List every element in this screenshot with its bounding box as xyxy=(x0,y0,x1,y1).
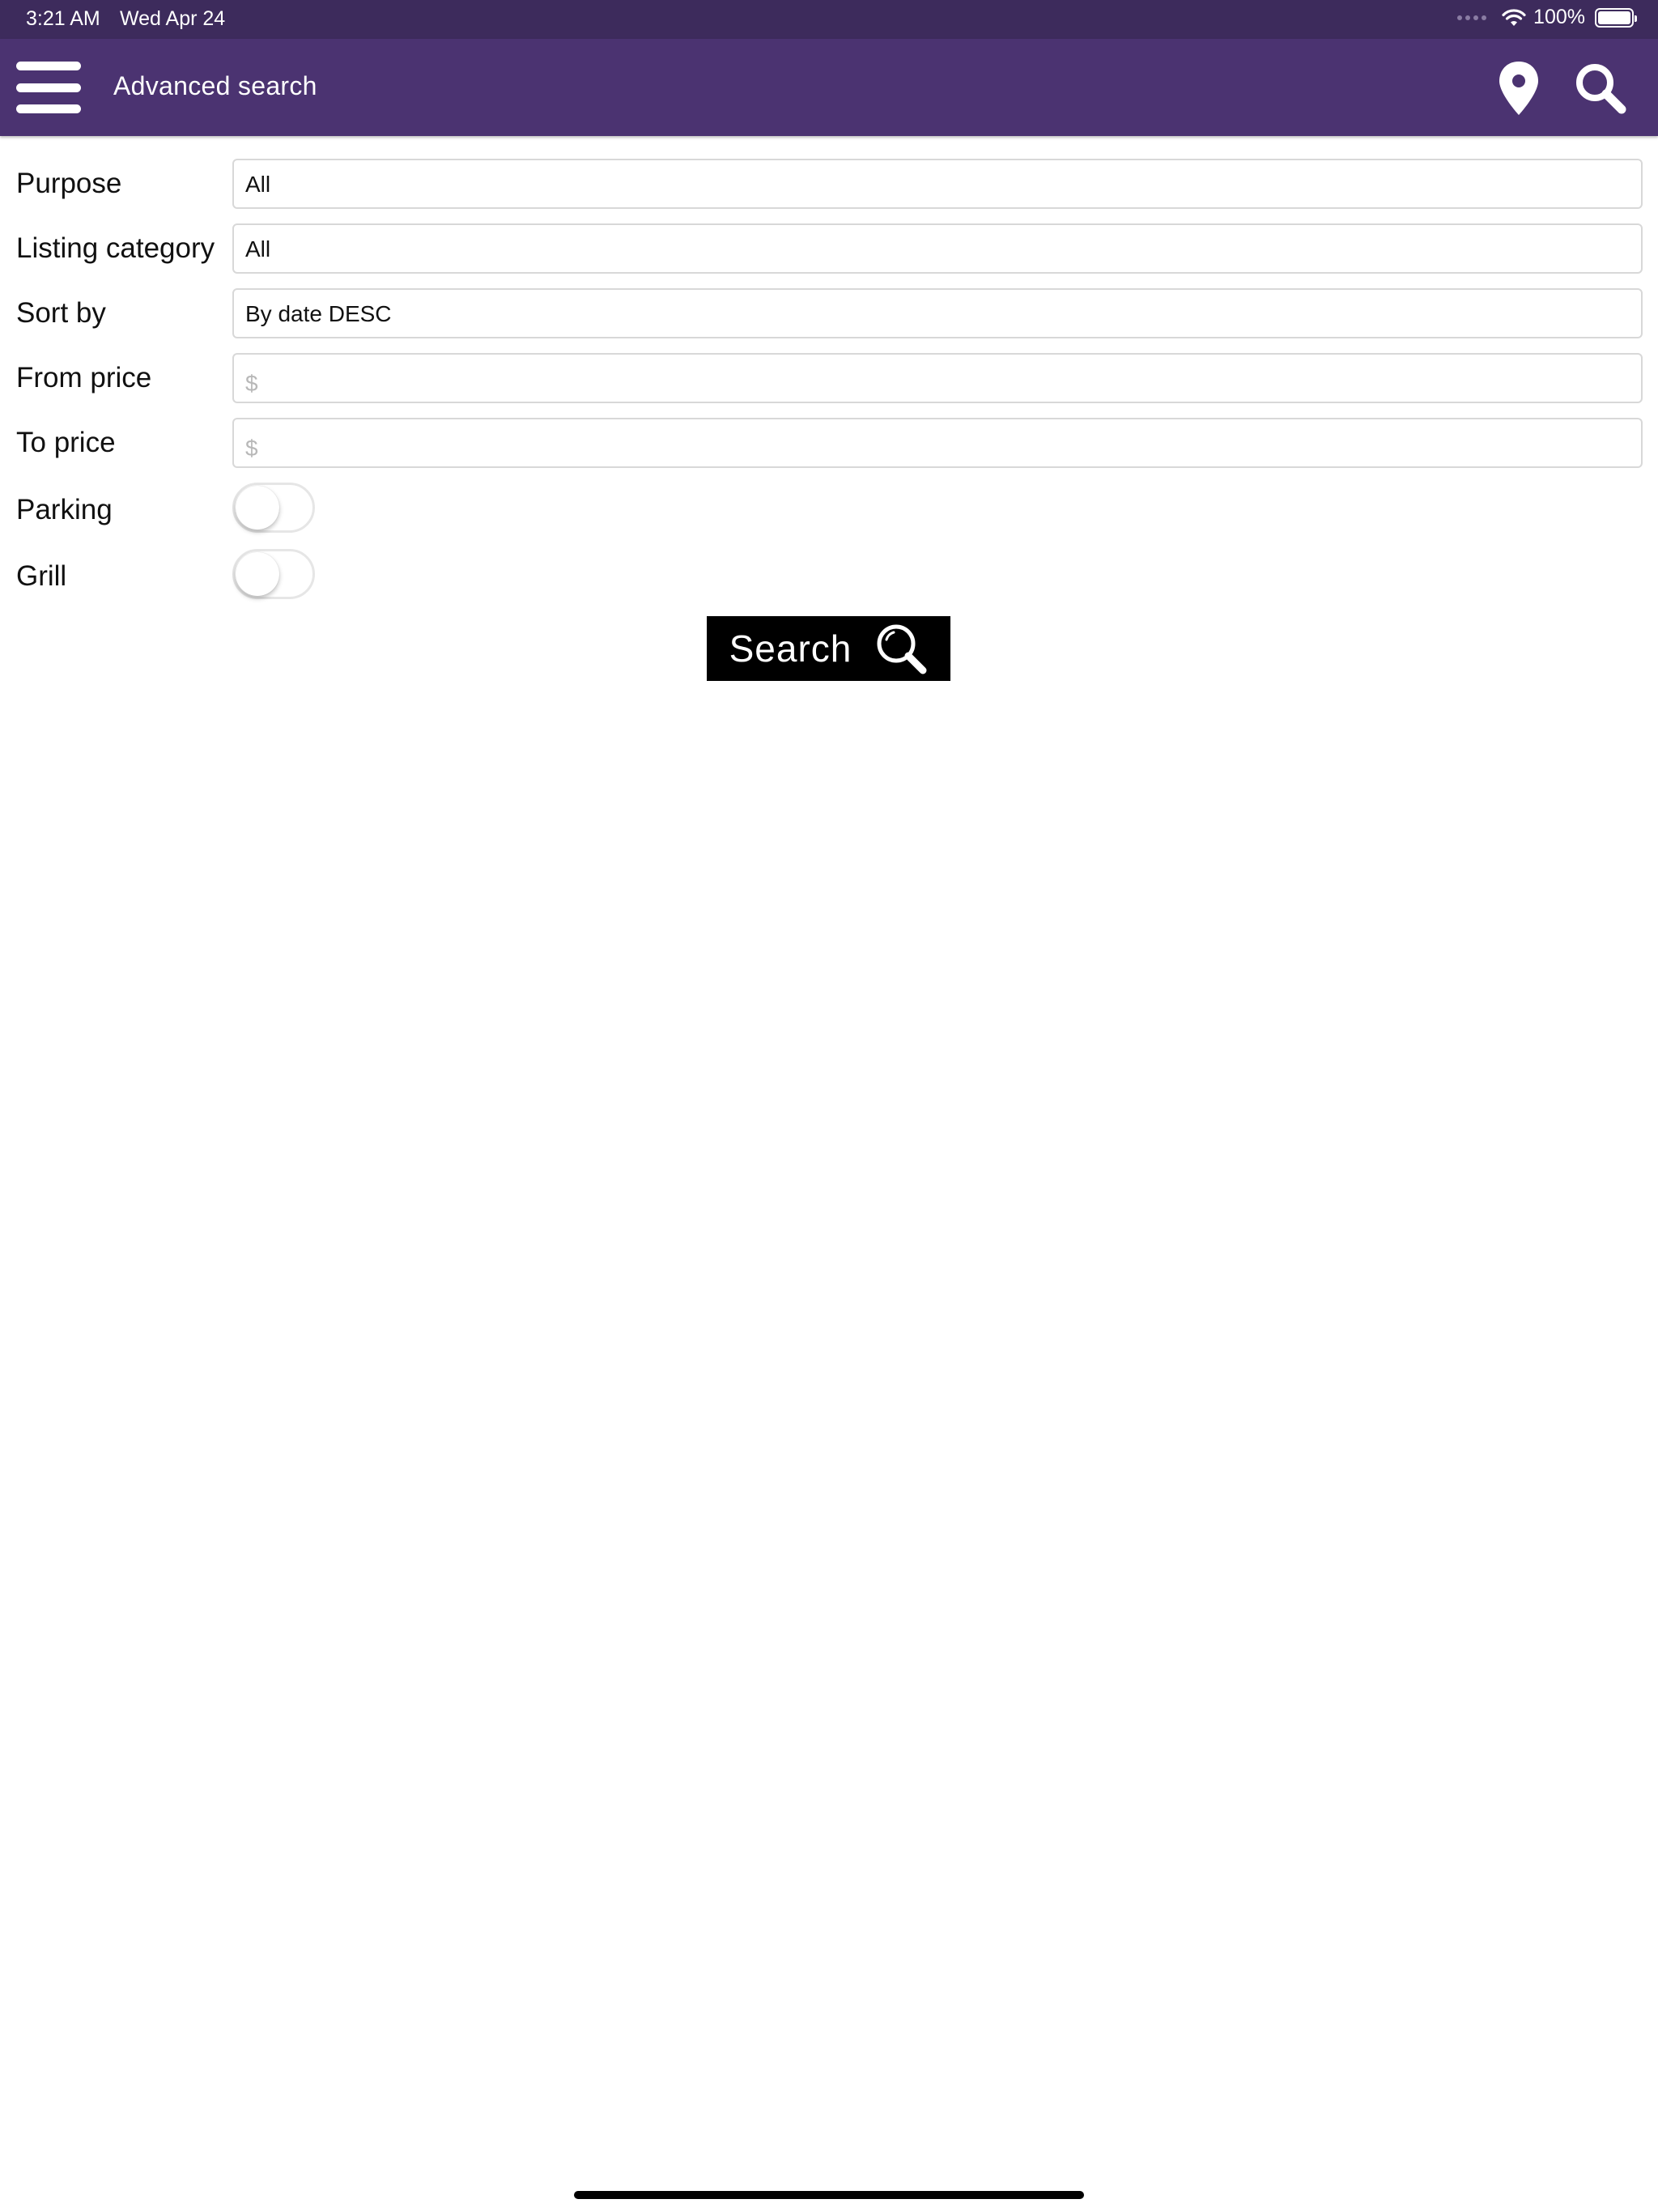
from-price-label: From price xyxy=(16,362,152,393)
page-title: Advanced search xyxy=(113,71,317,100)
grill-label: Grill xyxy=(16,560,67,592)
grill-toggle[interactable] xyxy=(232,549,315,599)
search-button[interactable]: Search xyxy=(707,616,950,681)
status-date: Wed Apr 24 xyxy=(120,7,226,30)
parking-toggle[interactable] xyxy=(232,483,315,533)
home-indicator xyxy=(574,2191,1084,2199)
parking-label: Parking xyxy=(16,494,113,525)
battery-icon xyxy=(1595,7,1637,28)
wifi-icon xyxy=(1502,8,1526,26)
search-icon xyxy=(877,624,927,674)
location-pin-icon xyxy=(1499,62,1538,115)
sort-by-select[interactable]: By date DESC xyxy=(232,288,1643,338)
search-icon xyxy=(1576,64,1626,114)
toggle-knob xyxy=(236,486,279,530)
menu-icon xyxy=(16,62,81,70)
header-search-button[interactable] xyxy=(1574,62,1627,115)
status-time: 3:21 AM xyxy=(26,7,100,30)
purpose-label: Purpose xyxy=(16,168,122,199)
to-price-label: To price xyxy=(16,427,116,458)
listing-category-select[interactable]: All xyxy=(232,223,1643,274)
purpose-select[interactable]: All xyxy=(232,159,1643,209)
toggle-knob xyxy=(236,552,279,596)
nav-bar: Advanced search xyxy=(0,39,1658,136)
status-bar: 3:21 AM Wed Apr 24 100% xyxy=(0,0,1658,39)
cellular-signal-icon xyxy=(1457,15,1487,20)
status-indicators: 100% xyxy=(1457,6,1637,29)
search-button-label: Search xyxy=(729,627,852,670)
battery-percent: 100% xyxy=(1533,6,1585,28)
sort-by-label: Sort by xyxy=(16,297,106,329)
menu-button[interactable] xyxy=(16,62,81,113)
from-price-input[interactable] xyxy=(232,353,1643,403)
location-button[interactable] xyxy=(1496,60,1541,117)
listing-category-label: Listing category xyxy=(16,232,215,264)
to-price-input[interactable] xyxy=(232,418,1643,468)
